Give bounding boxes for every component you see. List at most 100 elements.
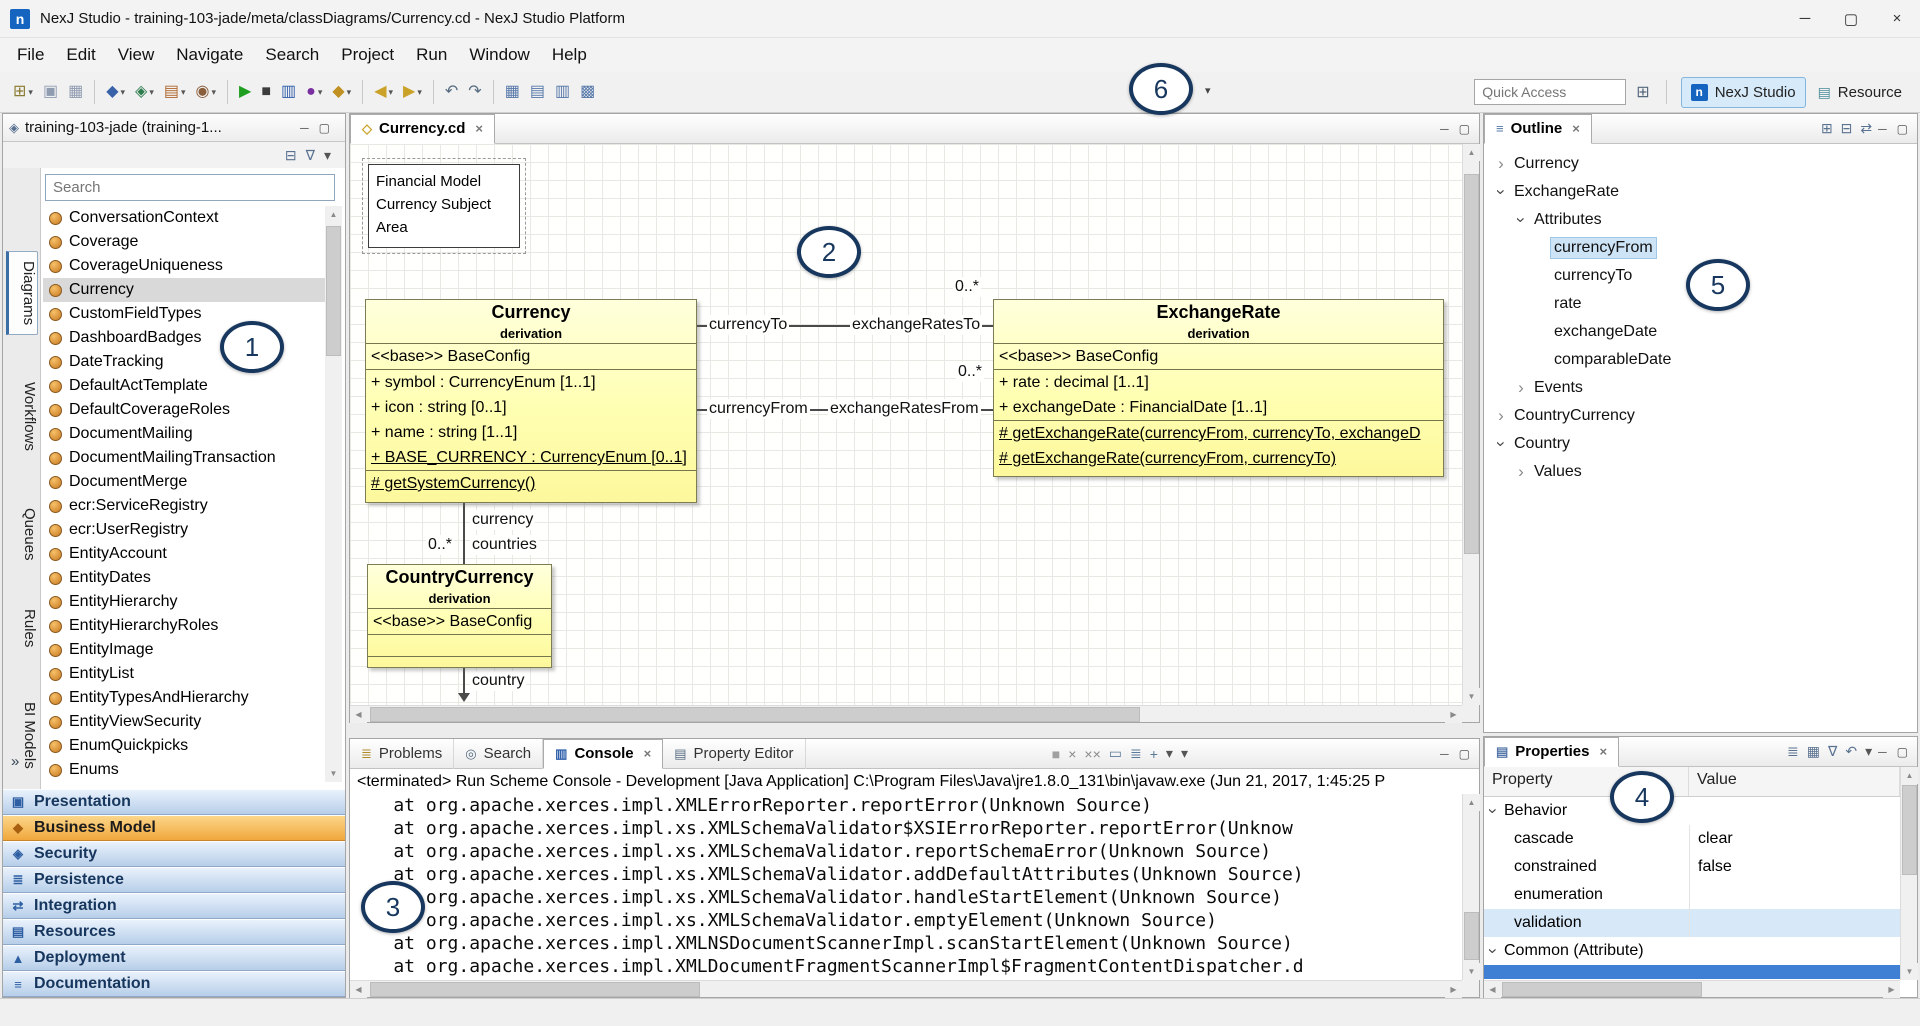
explorer-item-documentmailing[interactable]: DocumentMailing: [43, 422, 325, 446]
collapse-icon[interactable]: ›: [1491, 183, 1511, 201]
explorer-item-customfieldtypes[interactable]: CustomFieldTypes: [43, 302, 325, 326]
scroll-left-icon[interactable]: ◀: [350, 981, 367, 998]
model-library-icon[interactable]: ◈▾: [131, 78, 158, 106]
outline-item-country[interactable]: ›Country: [1484, 430, 1917, 458]
layer-security[interactable]: ◈Security: [3, 841, 345, 867]
editor-vertical-scrollbar[interactable]: ▲▼: [1462, 144, 1479, 705]
property-row-validation[interactable]: validation: [1484, 909, 1900, 937]
scrollbar-thumb[interactable]: [370, 707, 1140, 722]
edge-label-country[interactable]: country: [470, 671, 526, 691]
property-value[interactable]: clear: [1689, 825, 1900, 853]
close-tab-icon[interactable]: ×: [475, 121, 483, 136]
diagram-canvas[interactable]: Financial Model Currency Subject Area cu…: [350, 144, 1462, 705]
sidebar-tab-queues[interactable]: Queues: [6, 499, 38, 570]
property-value[interactable]: false: [1689, 853, 1900, 881]
scroll-right-icon[interactable]: ▶: [1445, 706, 1462, 723]
expand-all-icon[interactable]: ⊞: [1821, 120, 1833, 137]
new-wizard-icon[interactable]: ⊞▾: [9, 78, 37, 106]
collapse-icon[interactable]: ›: [1484, 942, 1503, 960]
minimize-view-icon[interactable]: ─: [300, 121, 309, 135]
metadata-upgrade-icon[interactable]: ◆▾: [102, 78, 129, 106]
menu-project[interactable]: Project: [330, 38, 405, 72]
scroll-down-icon[interactable]: ▼: [325, 765, 342, 782]
clear-console-icon[interactable]: ▭: [1109, 745, 1122, 762]
layer-documentation[interactable]: ≡Documentation: [3, 971, 345, 997]
edge-label-exchangeRatesFrom[interactable]: exchangeRatesFrom: [828, 399, 981, 419]
menu-view[interactable]: View: [107, 38, 166, 72]
properties-vertical-scrollbar[interactable]: ▲▼: [1900, 767, 1917, 980]
outline-item-values[interactable]: ›Values: [1484, 458, 1917, 486]
scroll-right-icon[interactable]: ▶: [1445, 981, 1462, 998]
class-exchangerate[interactable]: ExchangeRate derivation <<base>> BaseCon…: [993, 299, 1444, 477]
explorer-item-entityaccount[interactable]: EntityAccount: [43, 542, 325, 566]
class-currency[interactable]: Currency derivation <<base>> BaseConfig …: [365, 299, 697, 503]
maximize-view-icon[interactable]: ▢: [1897, 122, 1908, 136]
column-header-value[interactable]: Value: [1689, 767, 1900, 796]
minimize-button[interactable]: ─: [1782, 0, 1828, 37]
tab-properties[interactable]: ▤ Properties ×: [1484, 737, 1619, 767]
layer-integration[interactable]: ⇄Integration: [3, 893, 345, 919]
show-advanced-icon[interactable]: ∇: [1828, 743, 1837, 760]
scroll-up-icon[interactable]: ▲: [1463, 794, 1480, 811]
expand-icon[interactable]: ›: [1512, 378, 1530, 398]
scroll-left-icon[interactable]: ◀: [350, 706, 367, 723]
tab-currency-cd[interactable]: ◇ Currency.cd ×: [350, 114, 495, 144]
minimal-console-icon[interactable]: ●▾: [302, 78, 326, 106]
properties-horizontal-scrollbar[interactable]: ◀▶: [1484, 980, 1900, 997]
scheme-console-icon[interactable]: ▥: [277, 78, 300, 106]
expand-icon[interactable]: ›: [1512, 462, 1530, 482]
explorer-item-defaultacttemplate[interactable]: DefaultActTemplate: [43, 374, 325, 398]
collapse-icon[interactable]: ›: [1491, 435, 1511, 453]
show-categories-icon[interactable]: ▦: [1807, 743, 1820, 760]
tab-property-editor[interactable]: ▤Property Editor: [663, 739, 805, 769]
property-row-partial-selected[interactable]: [1484, 965, 1900, 979]
perspective-resource[interactable]: ▤Resource: [1808, 77, 1912, 108]
property-value[interactable]: [1689, 881, 1900, 909]
explorer-item-entityhierarchy[interactable]: EntityHierarchy: [43, 590, 325, 614]
row-layout-icon[interactable]: ▤: [526, 78, 549, 106]
scrollbar-thumb[interactable]: [1464, 912, 1479, 960]
edge-label-exchangeRatesTo[interactable]: exchangeRatesTo: [850, 315, 982, 335]
explorer-item-documentmailingtransaction[interactable]: DocumentMailingTransaction: [43, 446, 325, 470]
scroll-down-icon[interactable]: ▼: [1901, 963, 1918, 980]
stop-icon[interactable]: ■: [257, 78, 275, 106]
edge-label-currencyTo[interactable]: currencyTo: [707, 315, 789, 335]
sidebar-tab-diagrams[interactable]: Diagrams: [6, 251, 38, 335]
minimize-view-icon[interactable]: ─: [1440, 747, 1449, 761]
close-view-icon[interactable]: ×: [1572, 121, 1580, 136]
explorer-item-entityhierarchyroles[interactable]: EntityHierarchyRoles: [43, 614, 325, 638]
sidebar-tab-rules[interactable]: Rules: [6, 600, 38, 656]
menu-file[interactable]: File: [6, 38, 55, 72]
tab-problems[interactable]: ≣Problems: [350, 739, 454, 769]
search-input[interactable]: [45, 174, 335, 201]
scroll-down-icon[interactable]: ▼: [1463, 963, 1480, 980]
subject-area-label[interactable]: Financial Model Currency Subject Area: [368, 164, 520, 248]
table-layout-icon[interactable]: ▦: [501, 78, 524, 106]
property-row-constrained[interactable]: constrainedfalse: [1484, 853, 1900, 881]
perspective-nexj-studio[interactable]: nNexJ Studio: [1681, 77, 1806, 108]
menu-edit[interactable]: Edit: [55, 38, 106, 72]
uml-member[interactable]: + symbol : CurrencyEnum [1..1]: [371, 370, 691, 395]
scrollbar-thumb[interactable]: [1902, 785, 1917, 875]
scrollbar-thumb[interactable]: [326, 226, 341, 356]
class-base[interactable]: <<base>> BaseConfig: [371, 344, 691, 369]
outline-item-events[interactable]: ›Events: [1484, 374, 1917, 402]
explorer-item-defaultcoverageroles[interactable]: DefaultCoverageRoles: [43, 398, 325, 422]
scroll-down-icon[interactable]: ▼: [1463, 688, 1480, 705]
scroll-right-icon[interactable]: ▶: [1883, 981, 1900, 998]
edge-label-currency[interactable]: currency: [470, 510, 535, 530]
layer-presentation[interactable]: ▣Presentation: [3, 789, 345, 815]
toolbar-overflow-icon[interactable]: ▾: [1205, 84, 1211, 97]
tab-console[interactable]: ▥Console×: [543, 739, 663, 769]
explorer-item-enums[interactable]: Enums: [43, 758, 325, 782]
uml-member[interactable]: # getExchangeRate(currencyFrom, currency…: [999, 446, 1438, 471]
collapse-icon[interactable]: ›: [1484, 802, 1503, 820]
undo-icon[interactable]: ↶: [441, 78, 462, 106]
outline-item-attributes[interactable]: ›Attributes: [1484, 206, 1917, 234]
show-tree-icon[interactable]: ≣: [1787, 743, 1799, 760]
maximize-view-icon[interactable]: ▢: [1459, 747, 1470, 761]
property-row-cascade[interactable]: cascadeclear: [1484, 825, 1900, 853]
forward-icon[interactable]: ▶▾: [399, 78, 426, 106]
menu-help[interactable]: Help: [541, 38, 598, 72]
restore-defaults-icon[interactable]: ↶: [1845, 743, 1857, 760]
